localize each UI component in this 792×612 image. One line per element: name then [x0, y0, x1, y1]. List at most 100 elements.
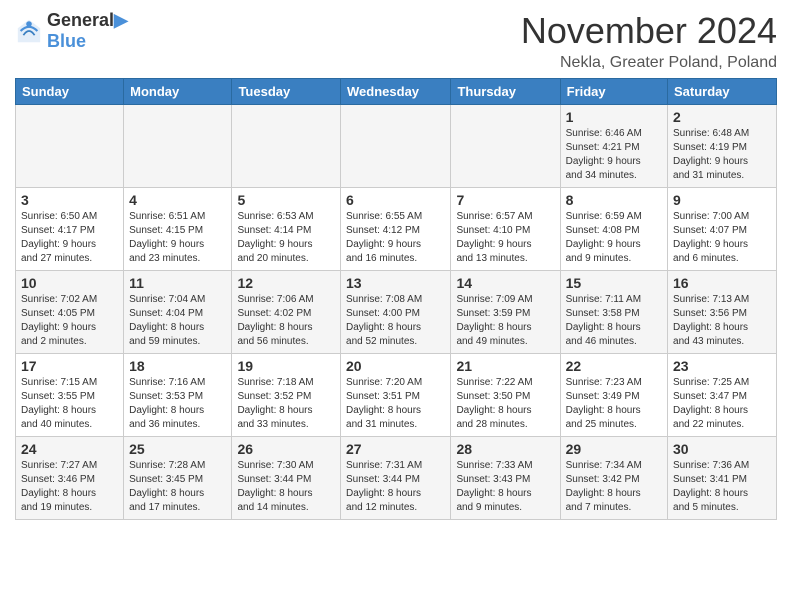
- day-info: Sunrise: 7:15 AM Sunset: 3:55 PM Dayligh…: [21, 376, 118, 432]
- calendar-cell: 25 Sunrise: 7:28 AM Sunset: 3:45 PM Dayli…: [124, 437, 232, 520]
- day-number: 18: [129, 358, 226, 374]
- weekday-header-monday: Monday: [124, 79, 232, 105]
- day-number: 24: [21, 441, 118, 457]
- day-number: 12: [237, 275, 335, 291]
- day-info: Sunrise: 6:59 AM Sunset: 4:08 PM Dayligh…: [566, 210, 662, 266]
- day-info: Sunrise: 7:18 AM Sunset: 3:52 PM Dayligh…: [237, 376, 335, 432]
- page-container: General▶ Blue November 2024 Nekla, Great…: [0, 0, 792, 530]
- calendar-cell: 30 Sunrise: 7:36 AM Sunset: 3:41 PM Dayli…: [668, 437, 777, 520]
- calendar-cell: 8 Sunrise: 6:59 AM Sunset: 4:08 PM Daylig…: [560, 188, 667, 271]
- calendar-cell: 26 Sunrise: 7:30 AM Sunset: 3:44 PM Dayli…: [232, 437, 341, 520]
- day-info: Sunrise: 6:46 AM Sunset: 4:21 PM Dayligh…: [566, 127, 662, 183]
- calendar-cell: 27 Sunrise: 7:31 AM Sunset: 3:44 PM Dayli…: [341, 437, 451, 520]
- calendar-cell: 18 Sunrise: 7:16 AM Sunset: 3:53 PM Dayli…: [124, 354, 232, 437]
- day-number: 16: [673, 275, 771, 291]
- day-number: 23: [673, 358, 771, 374]
- weekday-header-sunday: Sunday: [16, 79, 124, 105]
- calendar-cell: 19Sunrise: 7:18 AM Sunset: 3:52 PM Dayli…: [232, 354, 341, 437]
- day-number: 21: [456, 358, 554, 374]
- calendar-table: SundayMondayTuesdayWednesdayThursdayFrid…: [15, 78, 777, 520]
- calendar-cell: 7 Sunrise: 6:57 AM Sunset: 4:10 PM Daylig…: [451, 188, 560, 271]
- logo-icon: [15, 17, 43, 45]
- calendar-cell: 21 Sunrise: 7:22 AM Sunset: 3:50 PM Dayli…: [451, 354, 560, 437]
- day-number: 2: [673, 109, 771, 125]
- day-number: 14: [456, 275, 554, 291]
- day-number: 28: [456, 441, 554, 457]
- weekday-header-wednesday: Wednesday: [341, 79, 451, 105]
- weekday-header-thursday: Thursday: [451, 79, 560, 105]
- day-info: Sunrise: 6:50 AM Sunset: 4:17 PM Dayligh…: [21, 210, 118, 266]
- day-info: Sunrise: 7:00 AM Sunset: 4:07 PM Dayligh…: [673, 210, 771, 266]
- calendar-cell: 6 Sunrise: 6:55 AM Sunset: 4:12 PM Daylig…: [341, 188, 451, 271]
- day-number: 10: [21, 275, 118, 291]
- day-number: 4: [129, 192, 226, 208]
- calendar-cell: 23 Sunrise: 7:25 AM Sunset: 3:47 PM Dayli…: [668, 354, 777, 437]
- day-number: 13: [346, 275, 445, 291]
- day-info: Sunrise: 7:25 AM Sunset: 3:47 PM Dayligh…: [673, 376, 771, 432]
- calendar-week-row: 1Sunrise: 6:46 AM Sunset: 4:21 PM Daylig…: [16, 105, 777, 188]
- calendar-cell: 3 Sunrise: 6:50 AM Sunset: 4:17 PM Daylig…: [16, 188, 124, 271]
- day-number: 25: [129, 441, 226, 457]
- calendar-week-row: 17 Sunrise: 7:15 AM Sunset: 3:55 PM Dayli…: [16, 354, 777, 437]
- calendar-cell: 29Sunrise: 7:34 AM Sunset: 3:42 PM Dayli…: [560, 437, 667, 520]
- day-info: Sunrise: 7:36 AM Sunset: 3:41 PM Dayligh…: [673, 459, 771, 515]
- day-info: Sunrise: 7:31 AM Sunset: 3:44 PM Dayligh…: [346, 459, 445, 515]
- day-info: Sunrise: 7:34 AM Sunset: 3:42 PM Dayligh…: [566, 459, 662, 515]
- day-number: 27: [346, 441, 445, 457]
- calendar-week-row: 3 Sunrise: 6:50 AM Sunset: 4:17 PM Daylig…: [16, 188, 777, 271]
- title-block: November 2024 Nekla, Greater Poland, Pol…: [521, 10, 777, 72]
- day-number: 8: [566, 192, 662, 208]
- day-number: 6: [346, 192, 445, 208]
- calendar-cell: 20 Sunrise: 7:20 AM Sunset: 3:51 PM Dayli…: [341, 354, 451, 437]
- day-number: 3: [21, 192, 118, 208]
- day-info: Sunrise: 7:20 AM Sunset: 3:51 PM Dayligh…: [346, 376, 445, 432]
- calendar-cell: 24 Sunrise: 7:27 AM Sunset: 3:46 PM Dayli…: [16, 437, 124, 520]
- location: Nekla, Greater Poland, Poland: [521, 54, 777, 72]
- calendar-cell: 15Sunrise: 7:11 AM Sunset: 3:58 PM Dayli…: [560, 271, 667, 354]
- day-info: Sunrise: 7:27 AM Sunset: 3:46 PM Dayligh…: [21, 459, 118, 515]
- calendar-cell: [341, 105, 451, 188]
- month-title: November 2024: [521, 10, 777, 52]
- day-info: Sunrise: 7:09 AM Sunset: 3:59 PM Dayligh…: [456, 293, 554, 349]
- day-info: Sunrise: 6:48 AM Sunset: 4:19 PM Dayligh…: [673, 127, 771, 183]
- calendar-cell: [451, 105, 560, 188]
- weekday-header-saturday: Saturday: [668, 79, 777, 105]
- header: General▶ Blue November 2024 Nekla, Great…: [15, 10, 777, 72]
- day-info: Sunrise: 6:51 AM Sunset: 4:15 PM Dayligh…: [129, 210, 226, 266]
- calendar-cell: 11Sunrise: 7:04 AM Sunset: 4:04 PM Dayli…: [124, 271, 232, 354]
- calendar-cell: 14 Sunrise: 7:09 AM Sunset: 3:59 PM Dayli…: [451, 271, 560, 354]
- day-info: Sunrise: 7:28 AM Sunset: 3:45 PM Dayligh…: [129, 459, 226, 515]
- day-number: 26: [237, 441, 335, 457]
- day-info: Sunrise: 7:06 AM Sunset: 4:02 PM Dayligh…: [237, 293, 335, 349]
- weekday-header-tuesday: Tuesday: [232, 79, 341, 105]
- calendar-cell: 2 Sunrise: 6:48 AM Sunset: 4:19 PM Daylig…: [668, 105, 777, 188]
- day-number: 7: [456, 192, 554, 208]
- day-info: Sunrise: 6:55 AM Sunset: 4:12 PM Dayligh…: [346, 210, 445, 266]
- weekday-header-row: SundayMondayTuesdayWednesdayThursdayFrid…: [16, 79, 777, 105]
- day-number: 20: [346, 358, 445, 374]
- logo: General▶ Blue: [15, 10, 128, 52]
- calendar-week-row: 10Sunrise: 7:02 AM Sunset: 4:05 PM Dayli…: [16, 271, 777, 354]
- calendar-cell: 12 Sunrise: 7:06 AM Sunset: 4:02 PM Dayli…: [232, 271, 341, 354]
- day-info: Sunrise: 7:13 AM Sunset: 3:56 PM Dayligh…: [673, 293, 771, 349]
- day-info: Sunrise: 7:16 AM Sunset: 3:53 PM Dayligh…: [129, 376, 226, 432]
- day-number: 11: [129, 275, 226, 291]
- calendar-week-row: 24 Sunrise: 7:27 AM Sunset: 3:46 PM Dayli…: [16, 437, 777, 520]
- day-info: Sunrise: 7:22 AM Sunset: 3:50 PM Dayligh…: [456, 376, 554, 432]
- calendar-cell: 1Sunrise: 6:46 AM Sunset: 4:21 PM Daylig…: [560, 105, 667, 188]
- calendar-cell: 5Sunrise: 6:53 AM Sunset: 4:14 PM Daylig…: [232, 188, 341, 271]
- day-info: Sunrise: 7:33 AM Sunset: 3:43 PM Dayligh…: [456, 459, 554, 515]
- logo-text: General▶ Blue: [47, 10, 128, 52]
- calendar-cell: [124, 105, 232, 188]
- day-info: Sunrise: 6:57 AM Sunset: 4:10 PM Dayligh…: [456, 210, 554, 266]
- day-number: 15: [566, 275, 662, 291]
- day-number: 30: [673, 441, 771, 457]
- day-info: Sunrise: 7:30 AM Sunset: 3:44 PM Dayligh…: [237, 459, 335, 515]
- calendar-cell: 10Sunrise: 7:02 AM Sunset: 4:05 PM Dayli…: [16, 271, 124, 354]
- calendar-cell: 17 Sunrise: 7:15 AM Sunset: 3:55 PM Dayli…: [16, 354, 124, 437]
- day-number: 17: [21, 358, 118, 374]
- day-number: 5: [237, 192, 335, 208]
- day-info: Sunrise: 7:08 AM Sunset: 4:00 PM Dayligh…: [346, 293, 445, 349]
- calendar-cell: 16 Sunrise: 7:13 AM Sunset: 3:56 PM Dayli…: [668, 271, 777, 354]
- calendar-cell: 9Sunrise: 7:00 AM Sunset: 4:07 PM Daylig…: [668, 188, 777, 271]
